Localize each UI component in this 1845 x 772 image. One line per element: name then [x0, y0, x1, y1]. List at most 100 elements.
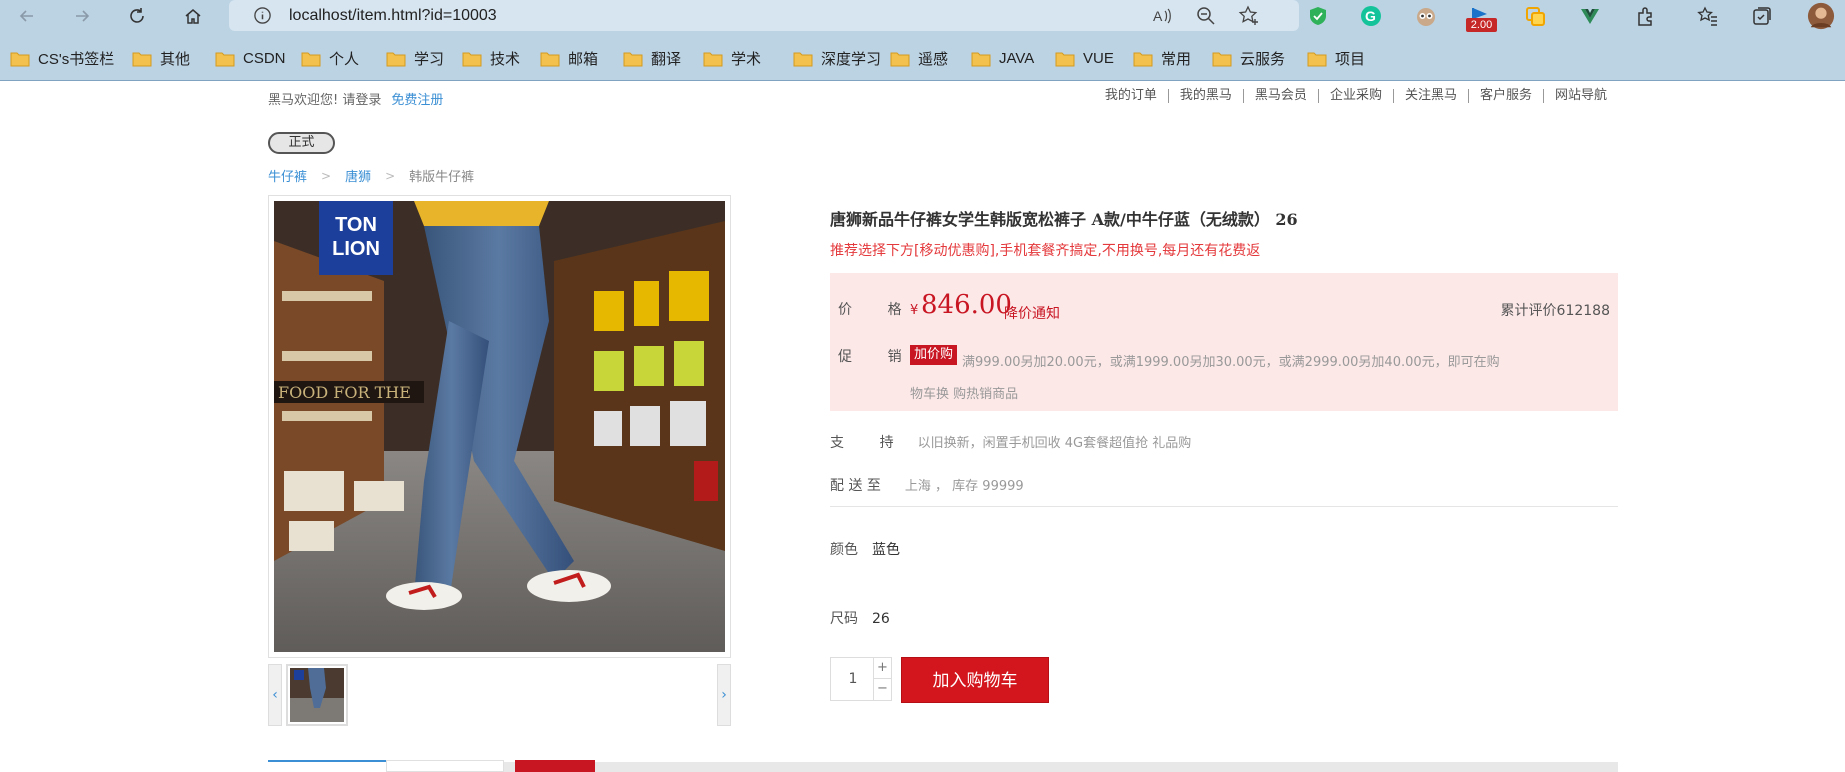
color-option: 颜色 蓝色	[830, 539, 900, 559]
folder-icon	[1133, 52, 1153, 66]
delivery-value[interactable]: 上海 ， 库存 99999	[905, 479, 1024, 494]
color-value[interactable]: 蓝色	[872, 542, 900, 558]
folder-icon	[703, 52, 723, 66]
bookmark-item[interactable]: 常用	[1133, 48, 1191, 68]
bookmark-item[interactable]: 深度学习	[793, 48, 881, 68]
bookmark-label: 邮箱	[568, 50, 599, 68]
read-aloud-icon[interactable]: A	[1151, 5, 1173, 27]
bookmark-label: 项目	[1335, 50, 1366, 68]
detail-tab-highlight[interactable]	[515, 760, 595, 772]
extension-badge: 2.00	[1466, 18, 1497, 32]
folder-icon	[1055, 52, 1075, 66]
product-main-image[interactable]: FOOD FOR THE TON LION	[268, 195, 731, 658]
owl-extension-icon[interactable]	[1414, 4, 1438, 28]
zoom-icon[interactable]	[1195, 5, 1217, 27]
thumbnail-prev-button[interactable]: ‹	[268, 664, 282, 726]
favorite-add-icon[interactable]	[1238, 5, 1260, 27]
bookmark-label: 技术	[490, 50, 521, 68]
quantity-stepper: 1 + −	[830, 657, 892, 701]
bookmark-item[interactable]: 翻译	[623, 48, 681, 68]
bookmark-item[interactable]: 遥感	[890, 48, 948, 68]
back-button[interactable]	[13, 3, 41, 29]
bookmark-item[interactable]: 项目	[1307, 48, 1365, 68]
bookmark-item[interactable]: CSDN	[215, 48, 286, 68]
folder-icon	[462, 52, 482, 66]
promotion-tag: 加价购	[910, 345, 958, 365]
topnav-item[interactable]: 网站导航	[1542, 89, 1618, 103]
topnav-item[interactable]: 我的订单	[1094, 89, 1168, 103]
breadcrumb-item-category[interactable]: 牛仔裤	[268, 166, 307, 185]
bookmark-item[interactable]: VUE	[1055, 48, 1114, 68]
topnav-item[interactable]: 我的黑马	[1167, 89, 1243, 103]
folder-icon	[793, 52, 813, 66]
detail-tab[interactable]	[386, 760, 504, 772]
brand-logo-line2: LION	[332, 238, 380, 260]
bookmark-label: 学习	[414, 50, 445, 68]
support-value: 以旧换新，闲置手机回收 4G套餐超值抢 礼品购	[917, 436, 1192, 451]
bookmark-item[interactable]: 邮箱	[540, 48, 598, 68]
reload-button[interactable]	[123, 3, 151, 29]
review-count[interactable]: 累计评价612188	[1501, 300, 1610, 320]
bookmark-item[interactable]: 个人	[301, 48, 359, 68]
bookmark-label: 翻译	[651, 50, 682, 68]
grammarly-icon[interactable]: G	[1359, 4, 1383, 28]
support-row: 支 持 以旧换新，闲置手机回收 4G套餐超值抢 礼品购	[830, 432, 1191, 452]
favorites-icon[interactable]	[1696, 4, 1720, 28]
bookmark-label: CS's书签栏	[38, 50, 115, 68]
bookmark-label: 云服务	[1240, 50, 1286, 68]
promotion-text: 满999.00另加20.00元，或满1999.00另加30.00元，或满2999…	[910, 355, 1500, 402]
detail-tab-active[interactable]	[268, 760, 386, 772]
bookmark-label: 遥感	[918, 50, 949, 68]
collections-icon[interactable]	[1750, 4, 1774, 28]
size-label: 尺码	[830, 611, 858, 627]
topnav-item[interactable]: 客户服务	[1467, 89, 1543, 103]
vue-devtools-icon[interactable]	[1578, 4, 1602, 28]
product-promo-text: 推荐选择下方[移动优惠购],手机套餐齐搞定,不用换号,每月还有花费返	[830, 243, 1261, 259]
topnav-item[interactable]: 企业采购	[1317, 89, 1393, 103]
brand-logo-line1: TON	[335, 214, 377, 236]
bookmark-item[interactable]: 学术	[703, 48, 761, 68]
bookmark-label: CSDN	[243, 49, 286, 67]
bookmark-item[interactable]: 技术	[462, 48, 520, 68]
profile-avatar[interactable]	[1806, 1, 1836, 31]
welcome-text: 黑马欢迎您! 请登录 免费注册	[268, 89, 443, 108]
bookmark-label: VUE	[1083, 49, 1114, 67]
currency-symbol: ¥	[910, 303, 919, 318]
bookmark-item[interactable]: 学习	[386, 48, 444, 68]
login-prompt[interactable]: 黑马欢迎您! 请登录	[268, 93, 381, 108]
size-value[interactable]: 26	[872, 611, 890, 627]
product-title: 唐狮新品牛仔裤女学生韩版宽松裤子 A款/中牛仔蓝（无绒款） 26	[830, 210, 1298, 229]
folder-icon	[971, 52, 991, 66]
folder-icon	[301, 52, 321, 66]
home-button[interactable]	[179, 3, 207, 29]
quantity-input[interactable]: 1	[831, 658, 875, 700]
copy-extension-icon[interactable]	[1523, 4, 1547, 28]
bookmark-item[interactable]: CS's书签栏	[10, 48, 114, 68]
folder-icon	[1212, 52, 1232, 66]
bookmark-item[interactable]: 云服务	[1212, 48, 1285, 68]
puzzle-extensions-icon[interactable]	[1634, 4, 1658, 28]
topnav-item[interactable]: 关注黑马	[1392, 89, 1468, 103]
bookmark-label: 常用	[1161, 50, 1192, 68]
quantity-decrease-button[interactable]: −	[873, 679, 891, 700]
breadcrumb-item-brand[interactable]: 唐狮	[345, 166, 371, 185]
price-value: 846.00	[921, 290, 1012, 320]
thumbnail-item[interactable]	[286, 664, 348, 726]
add-to-cart-button[interactable]: 加入购物车	[901, 657, 1049, 703]
folder-icon	[890, 52, 910, 66]
info-icon[interactable]	[253, 6, 272, 25]
price-notice-link[interactable]: 降价通知	[1004, 303, 1060, 323]
folder-icon	[540, 52, 560, 66]
quantity-increase-button[interactable]: +	[873, 658, 891, 679]
bookmark-item[interactable]: 其他	[132, 48, 190, 68]
thumbnail-next-button[interactable]: ›	[717, 664, 731, 726]
delivery-label: 配 送 至	[830, 478, 881, 494]
folder-icon	[215, 52, 235, 66]
bookmark-label: 个人	[329, 50, 360, 68]
bookmark-item[interactable]: JAVA	[971, 48, 1034, 68]
forward-button[interactable]	[68, 3, 96, 29]
shield-extension-icon[interactable]	[1306, 4, 1330, 28]
address-bar[interactable]: localhost/item.html?id=10003 A	[229, 0, 1299, 31]
topnav-item[interactable]: 黑马会员	[1242, 89, 1318, 103]
register-link[interactable]: 免费注册	[391, 93, 443, 108]
